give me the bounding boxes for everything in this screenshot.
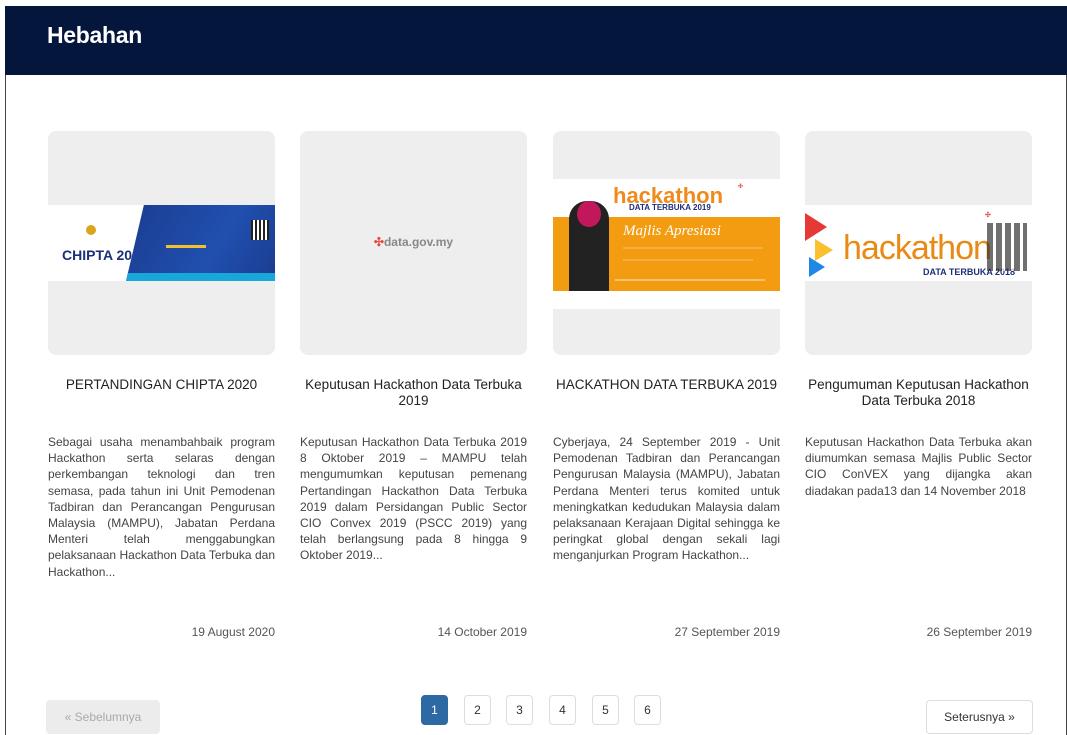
datagov-mark-icon: ✣ [985,212,991,219]
section-title: Hebahan [47,22,143,48]
card-thumbnail[interactable]: ✣ hackathon DATA TERBUKA 2019 Majlis Apr… [553,131,780,355]
datagov-mark-icon: ✣ [738,184,744,190]
news-card[interactable]: ✣ hackathon DATA TERBUKA 2019 Majlis Apr… [553,131,780,639]
card-date: 26 September 2019 [926,625,1032,639]
card-title[interactable]: PERTANDINGAN CHIPTA 2020 [48,377,275,393]
page-button-1[interactable]: 1 [421,695,448,725]
card-title[interactable]: Keputusan Hackathon Data Terbuka 2019 [300,377,527,409]
page-button-4[interactable]: 4 [549,695,576,725]
page-button-6[interactable]: 6 [634,695,661,725]
card-title[interactable]: HACKATHON DATA TERBUKA 2019 [553,377,780,393]
card-description: Sebagai usaha menambahbaik program Hacka… [48,435,275,579]
card-thumbnail[interactable]: CHIPTA 2020 [48,131,275,355]
previous-page-button[interactable]: « Sebelumnya [46,700,160,734]
section-header: Hebahan [5,6,1067,75]
card-thumbnail[interactable]: ✣ hackathon DATA TERBUKA 2018 [805,131,1032,355]
page-button-2[interactable]: 2 [464,695,491,725]
next-page-button[interactable]: Seterusnya » [926,700,1033,734]
hackathon-2019-banner-image: ✣ hackathon DATA TERBUKA 2019 Majlis Apr… [553,179,780,309]
card-date: 19 August 2020 [191,625,275,639]
hackathon-2018-banner-image: ✣ hackathon DATA TERBUKA 2018 [805,205,1032,281]
card-title[interactable]: Pengumuman Keputusan Hackathon Data Terb… [805,377,1032,409]
news-card[interactable]: CHIPTA 2020 PERTANDINGAN CHIPTA 2020 Seb… [48,131,275,639]
banner-subcaption: DATA TERBUKA 2019 [629,203,711,212]
banner-heading: Majlis Apresiasi [623,223,721,239]
card-date: 14 October 2019 [437,625,527,639]
datagov-logo: ✣data.gov.my [373,235,454,249]
page-button-5[interactable]: 5 [592,695,619,725]
page-frame [5,6,1067,735]
card-description: Keputusan Hackathon Data Terbuka 2019 8 … [300,435,527,563]
datagov-mark-icon: ✣ [373,235,384,249]
news-card[interactable]: ✣ hackathon DATA TERBUKA 2018 Pengumuman… [805,131,1032,639]
people-illustration [987,223,1027,271]
crest-icon [86,225,96,235]
banner-caption: hackathon [843,229,992,267]
card-description: Keputusan Hackathon Data Terbuka akan di… [805,435,1032,498]
qr-code-icon [251,220,269,240]
page-button-3[interactable]: 3 [506,695,533,725]
card-thumbnail[interactable]: ✣data.gov.my [300,131,527,355]
chipta-banner-image: CHIPTA 2020 [48,205,275,281]
card-date: 27 September 2019 [674,625,780,639]
news-card[interactable]: ✣data.gov.my Keputusan Hackathon Data Te… [300,131,527,639]
card-description: Cyberjaya, 24 September 2019 - Unit Pemo… [553,435,780,563]
